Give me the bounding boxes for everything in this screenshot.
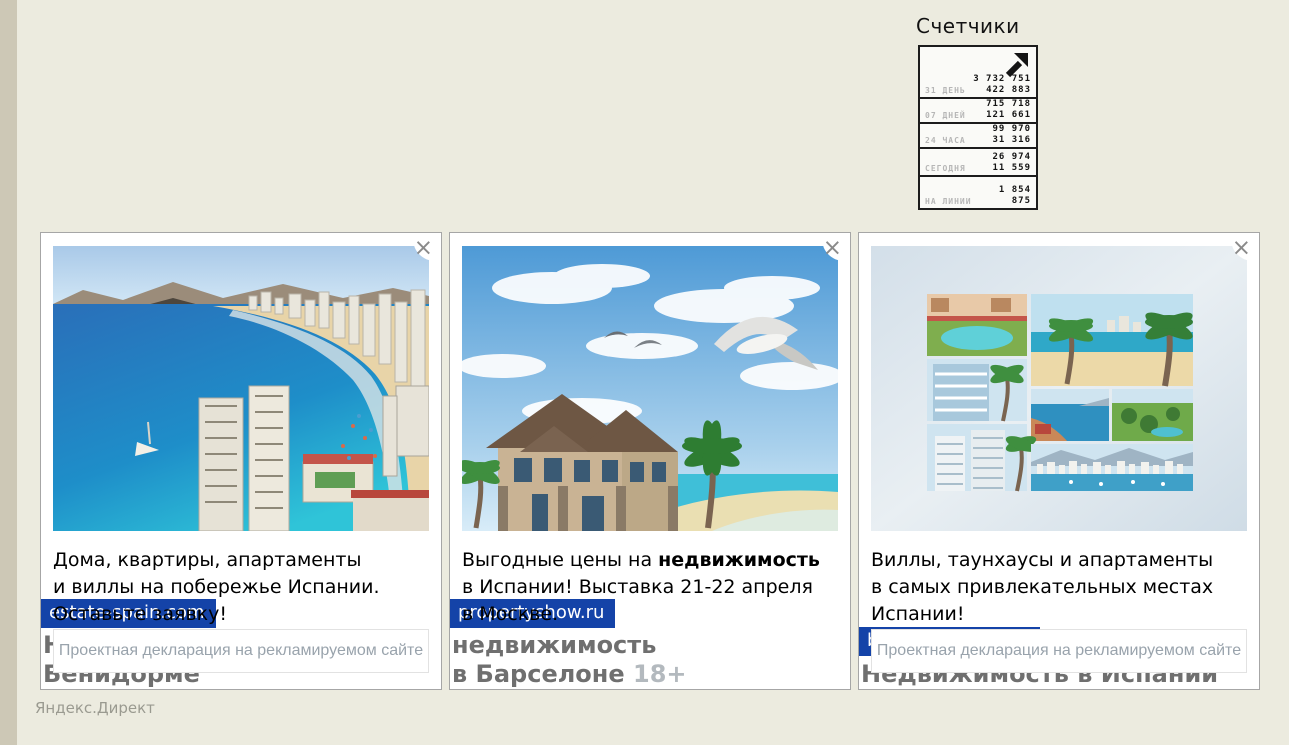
counter-values: 3 732 751 422 883 xyxy=(973,74,1031,96)
ad-image-link[interactable] xyxy=(53,246,429,531)
ad-image-link[interactable] xyxy=(871,246,1247,531)
ad-body-text: Виллы, таунхаусы и апартаменты в самых п… xyxy=(871,547,1247,628)
page-left-margin-strip xyxy=(0,0,17,745)
counter-values: 99 970 31 316 xyxy=(992,124,1031,146)
counter-label: 24 ЧАСА xyxy=(925,136,966,145)
spain-property-collage-photo xyxy=(871,246,1247,531)
yandex-direct-link[interactable]: Яндекс.Директ xyxy=(35,699,155,717)
counter-row-month: 3 732 751 422 883 31 ДЕНЬ xyxy=(920,47,1036,97)
counter-row-week: 715 718 121 661 07 ДНЕЙ xyxy=(920,97,1036,122)
ad-card-estate-spain: estate-spain.com Недвижимость вБенидорме… xyxy=(40,232,442,690)
villa-island-seagulls-photo xyxy=(462,246,838,531)
counter-values: 1 854 875 xyxy=(999,185,1031,207)
ad-card-bravosestate: bravosestate.com Недвижимость в Испании … xyxy=(858,232,1260,690)
visit-counter-widget[interactable]: 3 732 751 422 883 31 ДЕНЬ 715 718 121 66… xyxy=(918,45,1038,210)
counter-values: 26 974 11 559 xyxy=(992,152,1031,174)
close-icon[interactable]: × xyxy=(823,237,842,260)
counter-row-today: 26 974 11 559 СЕГОДНЯ xyxy=(920,147,1036,175)
counter-label: 07 ДНЕЙ xyxy=(925,111,966,120)
counter-row-24h: 99 970 31 316 24 ЧАСА xyxy=(920,122,1036,147)
counter-label: СЕГОДНЯ xyxy=(925,164,966,173)
ad-title-link[interactable]: недвижимостьв Барселоне 18+ xyxy=(450,631,695,689)
ad-image-link[interactable] xyxy=(462,246,838,531)
ad-body-text: Выгодные цены на недвижимость в Испании!… xyxy=(462,547,838,628)
benidorm-beach-aerial-photo xyxy=(53,246,429,531)
ad-card-propertyshow: propertyshow.ru недвижимостьв Барселоне … xyxy=(449,232,851,690)
close-icon[interactable]: × xyxy=(1232,237,1251,260)
project-declaration-link[interactable]: Проектная декларация на рекламируемом са… xyxy=(53,629,429,673)
counter-label: 31 ДЕНЬ xyxy=(925,86,966,95)
close-icon[interactable]: × xyxy=(414,237,433,260)
counter-values: 715 718 121 661 xyxy=(986,99,1031,121)
counters-heading: Счетчики xyxy=(916,14,1020,38)
counter-label: НА ЛИНИИ xyxy=(925,197,972,206)
ads-row: estate-spain.com Недвижимость вБенидорме… xyxy=(40,232,1260,690)
ad-body-text: Дома, квартиры, апартаменты и виллы на п… xyxy=(53,547,429,628)
counter-row-online: 1 854 875 НА ЛИНИИ xyxy=(920,175,1036,208)
project-declaration-link[interactable]: Проектная декларация на рекламируемом са… xyxy=(871,629,1247,673)
